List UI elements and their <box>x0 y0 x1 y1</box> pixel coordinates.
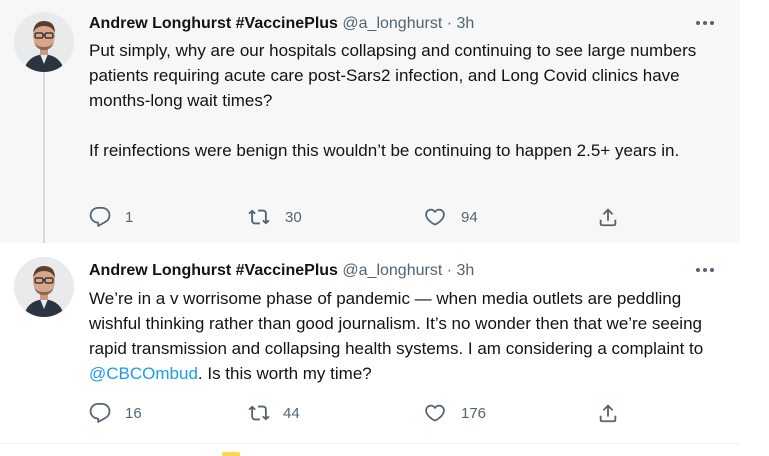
reply-icon <box>89 206 111 227</box>
author-name[interactable]: Andrew Longhurst #VaccinePlus <box>89 15 338 32</box>
tweet-paragraph: If reinfections were benign this wouldn’… <box>89 141 680 160</box>
reply-icon <box>89 402 111 423</box>
retweet-icon <box>248 209 270 225</box>
tweet-text-segment: . Is this worth my time? <box>197 364 372 383</box>
reply-button[interactable]: 1 <box>89 205 133 229</box>
heart-icon <box>425 208 445 226</box>
like-button[interactable]: 176 <box>423 401 486 425</box>
like-button[interactable]: 94 <box>423 205 478 229</box>
more-options-icon[interactable] <box>696 260 714 280</box>
tweet-header: Andrew Longhurst #VaccinePlus @a_longhur… <box>89 261 474 281</box>
tweet-actions: 16 44 176 <box>89 401 629 425</box>
tweet-text: Put simply, why are our hospitals collap… <box>89 38 729 163</box>
tweet-header: Andrew Longhurst #VaccinePlus @a_longhur… <box>89 14 474 34</box>
next-tweet-edge <box>222 452 240 456</box>
retweet-icon <box>248 405 270 421</box>
share-icon <box>599 404 617 423</box>
author-handle[interactable]: @a_longhurst <box>342 262 442 279</box>
tweet-paragraph: We’re in a v worrisome phase of pandemic… <box>89 286 729 386</box>
like-count: 94 <box>461 208 478 226</box>
timestamp[interactable]: 3h <box>457 15 475 32</box>
author-name[interactable]: Andrew Longhurst #VaccinePlus <box>89 262 338 279</box>
share-button[interactable] <box>597 205 619 229</box>
tweet[interactable]: Andrew Longhurst #VaccinePlus @a_longhur… <box>0 0 740 258</box>
retweet-button[interactable]: 30 <box>247 205 302 229</box>
like-count: 176 <box>461 404 487 422</box>
separator-dot: · <box>446 262 453 279</box>
tweet-divider <box>0 443 740 444</box>
retweet-count: 30 <box>285 208 302 226</box>
retweet-button[interactable]: 44 <box>247 401 300 425</box>
share-button[interactable] <box>597 401 619 425</box>
more-options-icon[interactable] <box>696 13 714 33</box>
reply-count: 1 <box>125 208 134 226</box>
reply-button[interactable]: 16 <box>89 401 142 425</box>
avatar[interactable] <box>14 257 74 317</box>
tweet-text: We’re in a v worrisome phase of pandemic… <box>89 286 729 386</box>
tweet-paragraph: Put simply, why are our hospitals collap… <box>89 41 697 110</box>
avatar[interactable] <box>14 12 74 72</box>
share-icon <box>599 208 617 227</box>
separator-dot: · <box>446 15 453 32</box>
heart-icon <box>425 404 445 422</box>
author-handle[interactable]: @a_longhurst <box>342 15 442 32</box>
mention-link[interactable]: @CBCOmbud <box>89 364 198 383</box>
reply-count: 16 <box>125 404 142 422</box>
tweet[interactable]: Andrew Longhurst #VaccinePlus @a_longhur… <box>0 243 740 443</box>
thread-connector-line <box>43 72 45 258</box>
tweet-text-segment: We’re in a v worrisome phase of pandemic… <box>89 289 704 358</box>
tweet-actions: 1 30 94 <box>89 205 629 229</box>
timestamp[interactable]: 3h <box>457 262 475 279</box>
page-gutter <box>740 0 769 456</box>
retweet-count: 44 <box>283 404 300 422</box>
